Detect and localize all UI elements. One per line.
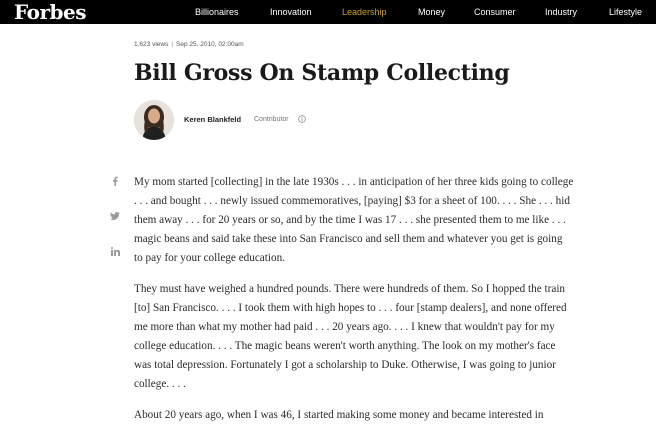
paragraph-line: to pay for your college education. — [134, 252, 285, 264]
paragraph-line: They must have weighed a hundred pounds.… — [134, 283, 566, 295]
meta-separator: | — [171, 41, 174, 48]
paragraph-line: magic beans and said take these into San… — [134, 233, 563, 245]
paragraph-line: me more than what my mother had paid . .… — [134, 321, 555, 333]
author-role: Contributor — [254, 116, 289, 123]
paragraph-line: My mom started [collecting] in the late … — [134, 176, 574, 188]
facebook-icon[interactable] — [108, 174, 122, 188]
nav-item-money[interactable]: Money — [418, 0, 445, 24]
author-avatar[interactable] — [134, 100, 174, 140]
nav-item-industry[interactable]: Industry — [545, 0, 577, 24]
forbes-logo[interactable]: Forbes — [14, 0, 86, 24]
article-meta: 1,623 views | Sep 25, 2010, 02:00am — [134, 41, 244, 48]
info-circle-icon[interactable] — [298, 115, 306, 123]
paragraph-line: college. . . . — [134, 378, 186, 390]
nav-item-lifestyle[interactable]: Lifestyle — [609, 0, 642, 24]
paragraph-line: . . . and bought . . . newly issued comm… — [134, 195, 570, 207]
linkedin-icon[interactable] — [108, 244, 122, 258]
nav-item-billionaires[interactable]: Billionaires — [195, 0, 239, 24]
paragraph-line: college education. . . . The magic beans… — [134, 340, 556, 352]
paragraph-line: was total depression. Fortunately I got … — [134, 359, 556, 371]
author-name[interactable]: Keren Blankfeld — [184, 115, 241, 124]
article-body: My mom started [collecting] in the late … — [134, 173, 616, 437]
article-title: Bill Gross On Stamp Collecting — [134, 60, 510, 86]
nav-item-consumer[interactable]: Consumer — [474, 0, 516, 24]
twitter-icon[interactable] — [108, 209, 122, 223]
avatar-image — [134, 100, 174, 140]
nav-item-leadership[interactable]: Leadership — [342, 0, 387, 24]
view-count: 1,623 views — [134, 41, 169, 48]
paragraph: They must have weighed a hundred pounds.… — [134, 280, 616, 394]
nav-item-innovation[interactable]: Innovation — [270, 0, 312, 24]
top-navbar: Forbes Billionaires Innovation Leadershi… — [0, 0, 656, 24]
paragraph: My mom started [collecting] in the late … — [134, 173, 616, 268]
paragraph-line: them away . . . for 20 years or so, and … — [134, 214, 566, 226]
paragraph: About 20 years ago, when I was 46, I sta… — [134, 406, 616, 425]
publish-date: Sep 25, 2010, 02:00am — [176, 41, 244, 48]
paragraph-line: About 20 years ago, when I was 46, I sta… — [134, 409, 544, 421]
paragraph-line: [to] San Francisco. . . . I took them wi… — [134, 302, 567, 314]
